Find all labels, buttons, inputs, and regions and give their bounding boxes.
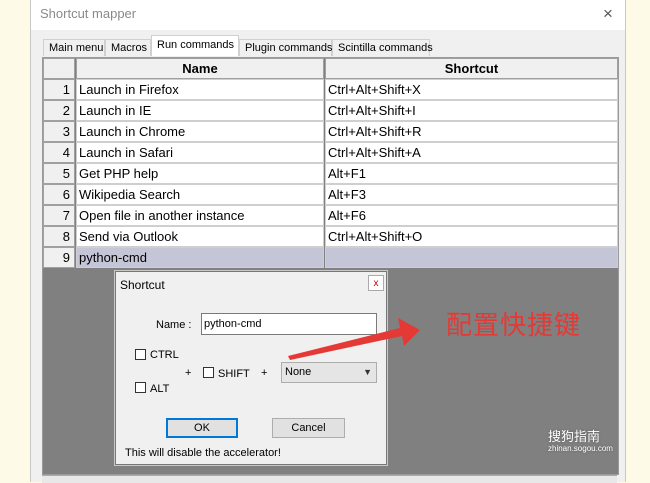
arrow-shape [288, 318, 420, 360]
annotation-text: 配置快捷键 [446, 311, 582, 341]
watermark-logo: 搜狗指南 [548, 429, 601, 444]
annotation-arrow [288, 318, 420, 360]
watermark: 搜狗指南 zhinan.sogou.com [548, 426, 613, 453]
watermark-url: zhinan.sogou.com [548, 444, 613, 453]
